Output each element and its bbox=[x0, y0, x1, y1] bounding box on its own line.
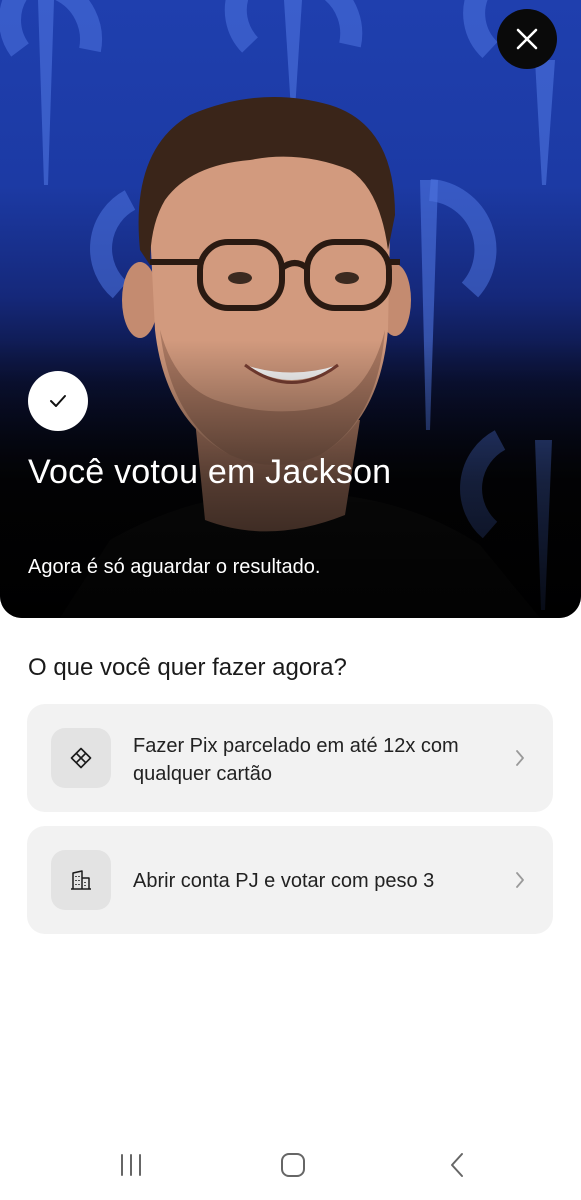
vote-confirmation-subtitle: Agora é só aguardar o resultado. bbox=[28, 556, 321, 578]
checkmark-icon bbox=[50, 395, 66, 407]
option-icon-container bbox=[51, 850, 111, 910]
home-button[interactable] bbox=[273, 1148, 313, 1182]
option-label: Abrir conta PJ e votar com peso 3 bbox=[133, 870, 435, 892]
option-label: Fazer Pix parcelado em até 12x com qualq… bbox=[133, 735, 459, 785]
system-navigation-bar bbox=[0, 1128, 581, 1200]
vote-confirmed-badge bbox=[28, 371, 88, 431]
option-icon-container bbox=[51, 728, 111, 788]
home-icon bbox=[281, 1153, 305, 1177]
hero-banner: Você votou em Jackson Agora é só aguarda… bbox=[0, 0, 581, 618]
vote-confirmation-title: Você votou em Jackson bbox=[28, 453, 392, 491]
chevron-right-icon bbox=[516, 872, 524, 888]
close-icon bbox=[516, 28, 538, 50]
close-button[interactable] bbox=[497, 9, 557, 69]
building-icon bbox=[71, 870, 91, 890]
chevron-right-icon bbox=[516, 750, 524, 766]
hero-gradient-overlay bbox=[0, 0, 581, 618]
next-action-heading: O que você quer fazer agora? bbox=[28, 654, 347, 681]
pix-installments-option[interactable]: Fazer Pix parcelado em até 12x com qualq… bbox=[27, 704, 553, 812]
back-icon bbox=[451, 1153, 463, 1177]
recent-apps-button[interactable] bbox=[111, 1148, 151, 1182]
pix-icon bbox=[70, 747, 92, 769]
back-button[interactable] bbox=[437, 1148, 477, 1182]
open-business-account-option[interactable]: Abrir conta PJ e votar com peso 3 bbox=[27, 826, 553, 934]
recent-apps-icon bbox=[121, 1154, 141, 1176]
